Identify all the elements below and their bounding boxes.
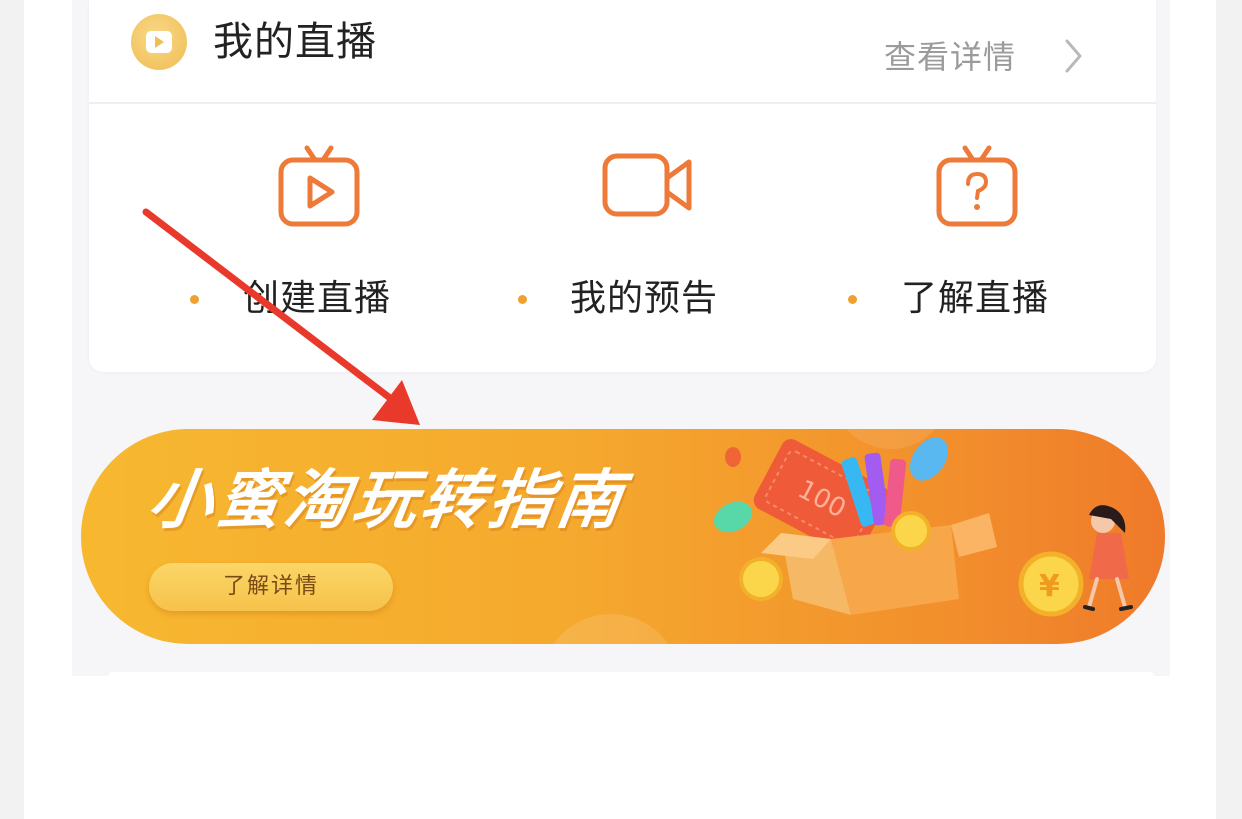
view-details-link[interactable]: 查看详情 xyxy=(884,36,1016,78)
my-live-card: 我的直播 查看详情 创建直播 我的预告 了解直播 xyxy=(89,0,1156,372)
action-label: 创建直播 xyxy=(243,278,392,319)
learn-more-button[interactable]: 了解详情 xyxy=(149,563,393,611)
action-label: 我的预告 xyxy=(570,278,719,319)
banner-title: 小蜜淘玩转指南 xyxy=(143,464,631,538)
card-header: 我的直播 查看详情 xyxy=(89,0,1156,104)
chevron-right-icon[interactable] xyxy=(1064,38,1084,74)
my-previews-button[interactable]: 我的预告 xyxy=(498,140,798,340)
coin-symbol: ¥ xyxy=(1039,569,1060,604)
learn-live-button[interactable]: 了解直播 xyxy=(827,140,1127,340)
guide-banner[interactable]: 小蜜淘玩转指南 了解详情 100 ¥ xyxy=(81,429,1165,644)
bullet-dot xyxy=(848,295,857,304)
tv-play-icon xyxy=(278,145,360,227)
tv-question-icon xyxy=(936,145,1018,227)
action-label: 了解直播 xyxy=(901,278,1050,319)
action-label-row: 了解直播 xyxy=(827,275,1127,323)
create-live-button[interactable]: 创建直播 xyxy=(169,140,469,340)
live-badge-icon xyxy=(131,14,187,70)
bullet-dot xyxy=(190,295,199,304)
action-label-row: 创建直播 xyxy=(169,275,469,323)
card-title: 我的直播 xyxy=(213,19,377,65)
video-camera-icon xyxy=(602,153,692,217)
bullet-dot xyxy=(518,295,527,304)
gift-box-illustration: 100 ¥ xyxy=(713,437,1133,617)
next-section-card xyxy=(108,672,1154,676)
action-label-row: 我的预告 xyxy=(498,275,798,323)
